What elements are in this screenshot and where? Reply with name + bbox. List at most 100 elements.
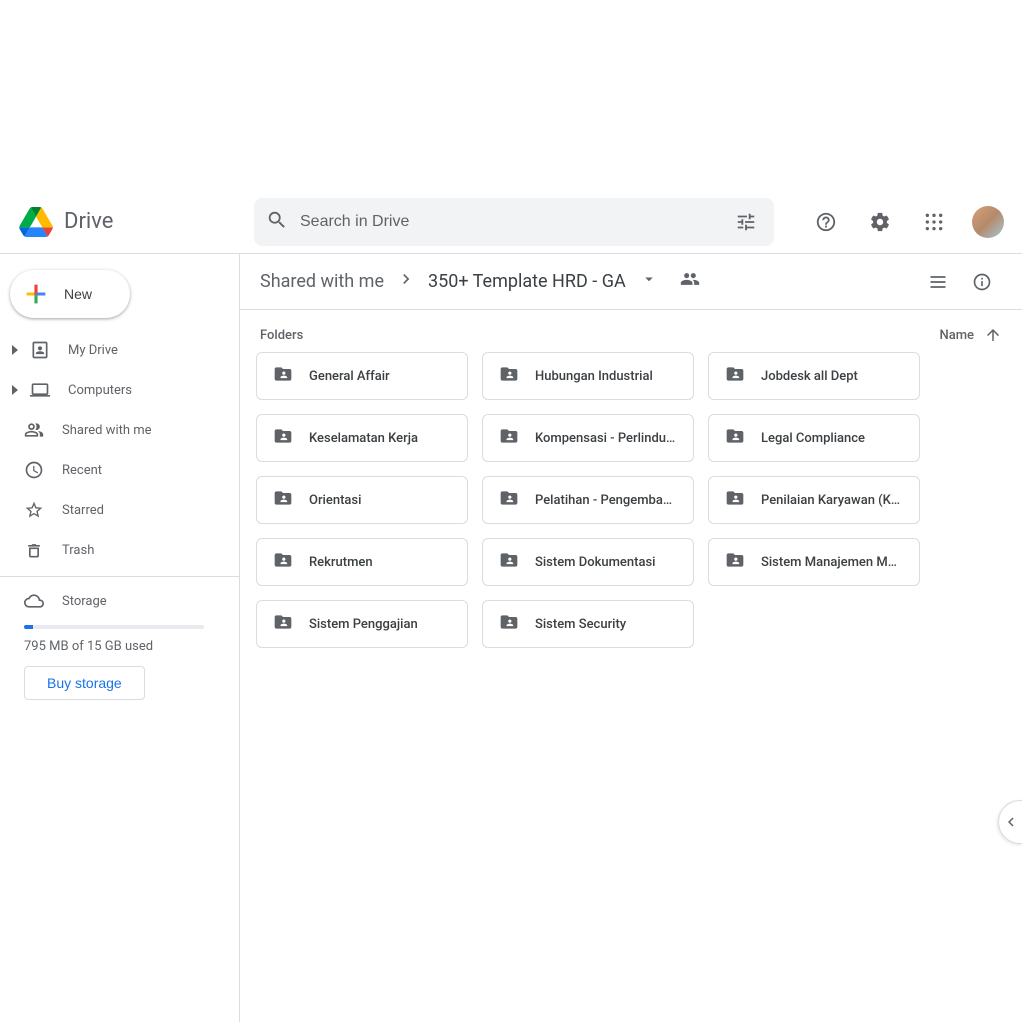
shared-folder-icon bbox=[499, 364, 519, 388]
nav-label: Shared with me bbox=[62, 423, 152, 438]
nav-label: My Drive bbox=[68, 343, 118, 358]
drive-logo-icon[interactable] bbox=[16, 202, 56, 242]
storage-text: 795 MB of 15 GB used bbox=[24, 639, 215, 654]
nav-my-drive[interactable]: My Drive bbox=[0, 330, 223, 370]
folder-item[interactable]: Sistem Penggajian bbox=[256, 600, 468, 648]
folder-item[interactable]: Kompensasi - Perlindu… bbox=[482, 414, 694, 462]
star-icon bbox=[24, 500, 44, 520]
arrow-up-icon bbox=[984, 326, 1002, 344]
manage-members-icon[interactable] bbox=[680, 269, 700, 294]
sort-control[interactable]: Name bbox=[939, 326, 1002, 344]
folder-item[interactable]: Keselamatan Kerja bbox=[256, 414, 468, 462]
view-details-icon[interactable] bbox=[962, 262, 1002, 302]
cloud-icon bbox=[24, 591, 44, 611]
folder-name: Legal Compliance bbox=[761, 431, 865, 446]
product-name[interactable]: Drive bbox=[64, 209, 113, 234]
shared-folder-icon bbox=[499, 488, 519, 512]
trash-icon bbox=[24, 540, 44, 560]
app-header: Drive bbox=[0, 190, 1022, 254]
folder-name: Kompensasi - Perlindu… bbox=[535, 431, 675, 446]
search-bar[interactable] bbox=[254, 198, 774, 246]
shared-folder-icon bbox=[273, 364, 293, 388]
folder-name: Jobdesk all Dept bbox=[761, 369, 858, 384]
app-body: New My Drive Computers Shared with me bbox=[0, 254, 1022, 1022]
logo-wrap: Drive bbox=[16, 202, 254, 242]
main-pane: Shared with me 350+ Template HRD - GA bbox=[240, 254, 1022, 1022]
list-view-icon[interactable] bbox=[918, 262, 958, 302]
breadcrumb-root[interactable]: Shared with me bbox=[256, 267, 388, 296]
apps-icon[interactable] bbox=[914, 202, 954, 242]
new-button[interactable]: New bbox=[10, 270, 130, 318]
nav-label: Trash bbox=[62, 543, 94, 558]
shared-icon bbox=[24, 420, 44, 440]
nav-label: Recent bbox=[62, 463, 102, 478]
folder-item[interactable]: Penilaian Karyawan (K… bbox=[708, 476, 920, 524]
sidebar: New My Drive Computers Shared with me bbox=[0, 254, 240, 1022]
chevron-right-icon bbox=[396, 269, 416, 294]
nav-storage[interactable]: Storage bbox=[24, 581, 215, 621]
app-root: Drive bbox=[0, 190, 1022, 1022]
expand-icon bbox=[12, 385, 18, 395]
folder-name: Sistem Dokumentasi bbox=[535, 555, 655, 570]
my-drive-icon bbox=[30, 340, 50, 360]
breadcrumb-dropdown-icon[interactable] bbox=[638, 268, 660, 295]
new-button-label: New bbox=[64, 286, 92, 302]
folder-item[interactable]: Sistem Dokumentasi bbox=[482, 538, 694, 586]
folder-name: Sistem Penggajian bbox=[309, 617, 418, 632]
folder-item[interactable]: Legal Compliance bbox=[708, 414, 920, 462]
nav-list: My Drive Computers Shared with me Recent bbox=[0, 330, 239, 570]
shared-folder-icon bbox=[499, 426, 519, 450]
expand-icon bbox=[12, 345, 18, 355]
nav-label: Starred bbox=[62, 503, 104, 518]
shared-folder-icon bbox=[725, 550, 745, 574]
shared-folder-icon bbox=[499, 612, 519, 636]
folder-name: Pelatihan - Pengemban… bbox=[535, 493, 677, 508]
folder-item[interactable]: General Affair bbox=[256, 352, 468, 400]
folder-name: Keselamatan Kerja bbox=[309, 431, 418, 446]
breadcrumb-current[interactable]: 350+ Template HRD - GA bbox=[424, 267, 630, 296]
computers-icon bbox=[30, 380, 50, 400]
folder-name: Sistem Manajemen Mu… bbox=[761, 555, 903, 570]
folder-item[interactable]: Rekrutmen bbox=[256, 538, 468, 586]
folder-item[interactable]: Orientasi bbox=[256, 476, 468, 524]
search-icon[interactable] bbox=[266, 209, 288, 235]
folder-item[interactable]: Jobdesk all Dept bbox=[708, 352, 920, 400]
section-header: Folders Name bbox=[256, 326, 1006, 352]
folder-item[interactable]: Pelatihan - Pengemban… bbox=[482, 476, 694, 524]
toolbar-right bbox=[918, 262, 1002, 302]
folder-name: General Affair bbox=[309, 369, 390, 384]
toolbar: Shared with me 350+ Template HRD - GA bbox=[240, 254, 1022, 310]
search-input[interactable] bbox=[288, 213, 730, 231]
folder-item[interactable]: Sistem Security bbox=[482, 600, 694, 648]
storage-fill bbox=[24, 625, 33, 629]
folder-name: Penilaian Karyawan (K… bbox=[761, 493, 900, 508]
nav-recent[interactable]: Recent bbox=[0, 450, 223, 490]
nav-computers[interactable]: Computers bbox=[0, 370, 223, 410]
shared-folder-icon bbox=[273, 612, 293, 636]
folder-name: Sistem Security bbox=[535, 617, 626, 632]
shared-folder-icon bbox=[725, 488, 745, 512]
storage-section: Storage 795 MB of 15 GB used Buy storage bbox=[0, 576, 239, 700]
account-avatar[interactable] bbox=[972, 206, 1004, 238]
folder-grid: General Affair Hubungan Industrial Jobdesk… bbox=[256, 352, 1006, 648]
shared-folder-icon bbox=[725, 364, 745, 388]
sort-label: Name bbox=[939, 328, 974, 343]
folder-item[interactable]: Hubungan Industrial bbox=[482, 352, 694, 400]
nav-label: Computers bbox=[68, 383, 132, 398]
recent-icon bbox=[24, 460, 44, 480]
content-area: Folders Name General Affair Hubungan Indu… bbox=[240, 310, 1022, 648]
settings-icon[interactable] bbox=[860, 202, 900, 242]
folder-item[interactable]: Sistem Manajemen Mu… bbox=[708, 538, 920, 586]
plus-icon bbox=[22, 280, 50, 308]
shared-folder-icon bbox=[725, 426, 745, 450]
search-options-icon[interactable] bbox=[730, 206, 762, 238]
shared-folder-icon bbox=[499, 550, 519, 574]
folders-label: Folders bbox=[260, 328, 303, 343]
nav-starred[interactable]: Starred bbox=[0, 490, 223, 530]
folder-name: Hubungan Industrial bbox=[535, 369, 653, 384]
shared-folder-icon bbox=[273, 488, 293, 512]
nav-shared-with-me[interactable]: Shared with me bbox=[0, 410, 223, 450]
support-icon[interactable] bbox=[806, 202, 846, 242]
buy-storage-button[interactable]: Buy storage bbox=[24, 666, 145, 700]
nav-trash[interactable]: Trash bbox=[0, 530, 223, 570]
